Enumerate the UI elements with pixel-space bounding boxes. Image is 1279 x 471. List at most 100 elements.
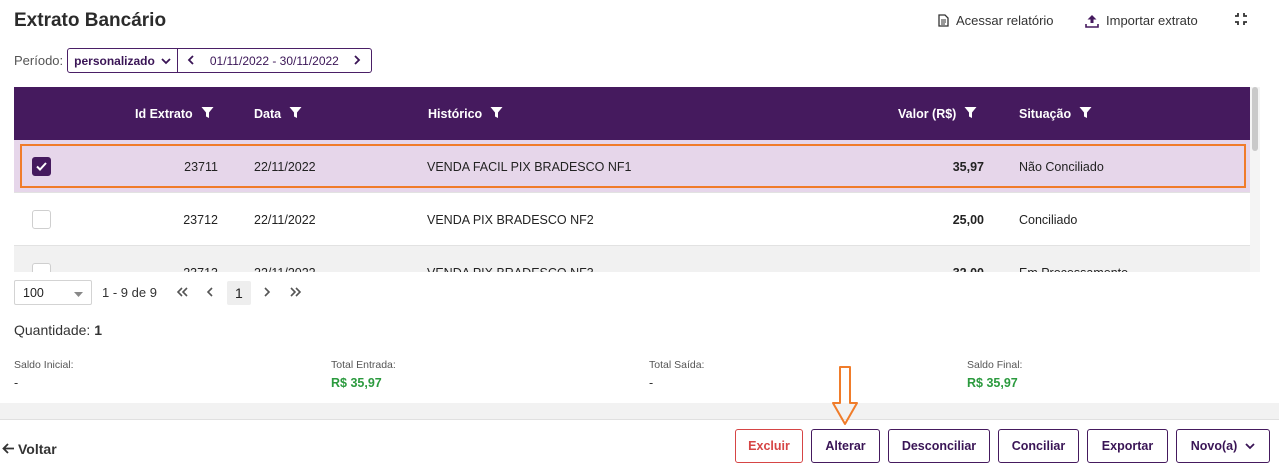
period-type-select[interactable]: personalizado [67,48,178,73]
reconcile-button[interactable]: Conciliar [998,429,1079,463]
collapse-icon [1234,12,1248,26]
cell-status: Não Conciliado [1019,159,1104,174]
back-link[interactable]: Voltar [2,441,57,457]
totals-summary: Saldo Inicial: - Total Entrada: R$ 35,97… [0,359,1260,393]
column-header-label: Data [254,106,282,121]
pagination: 100 1 - 9 de 9 1 [14,280,313,305]
total-value: - [649,376,654,390]
access-report-label: Acessar relatório [956,13,1054,28]
table-row[interactable]: 23713 22/11/2022 VENDA PIX BRADESCO NF3 … [14,246,1250,272]
chevron-down-icon [161,54,171,68]
filter-icon[interactable] [490,106,503,122]
down-arrow-annotation [831,366,859,431]
arrow-left-icon [2,441,15,457]
column-header-date[interactable]: Data [254,87,302,140]
period-type-value: personalizado [74,53,155,68]
column-header-history[interactable]: Histórico [428,87,503,140]
page-size-value: 100 [23,285,44,300]
cell-history: VENDA PIX BRADESCO NF3 [427,246,594,273]
cell-date: 22/11/2022 [254,246,316,273]
check-icon [36,160,47,174]
page-header: Extrato Bancário Acessar relatório Impor… [0,0,1260,44]
current-page[interactable]: 1 [226,280,251,305]
chevron-left-icon [206,284,214,302]
quantity-label: Quantidade: [14,322,91,338]
import-statement-label: Importar extrato [1106,13,1198,28]
next-page-button[interactable] [257,282,279,304]
table-row[interactable]: 23711 22/11/2022 VENDA FACIL PIX BRADESC… [14,140,1250,193]
filter-icon[interactable] [201,106,214,122]
cell-history: VENDA FACIL PIX BRADESCO NF1 [427,159,632,174]
pager-count: 1 - 9 de 9 [102,285,157,300]
cell-id: 23711 [184,159,218,174]
cell-date: 22/11/2022 [254,212,316,227]
column-header-status[interactable]: Situação [1019,87,1092,140]
previous-page-button[interactable] [199,282,221,304]
column-header-value[interactable]: Valor (R$) [898,87,977,140]
page-size-select[interactable]: 100 [14,280,92,305]
first-page-button[interactable] [171,282,193,304]
row-checkbox[interactable] [32,263,51,272]
column-header-label: Histórico [428,106,483,121]
filter-icon[interactable] [289,106,302,122]
delete-button[interactable]: Excluir [735,429,803,463]
table-header: Id Extrato Data Histórico Valor (R$) Sit… [14,87,1250,140]
period-filter: Período: personalizado 01/11/2022 - 30/1… [14,48,372,73]
cell-status: Conciliado [1019,212,1078,227]
filter-icon[interactable] [964,106,977,122]
chevron-right-icon [354,54,361,68]
cell-value: 32,00 [884,246,984,273]
previous-period-button[interactable] [178,49,204,72]
new-button-label: Novo(a) [1190,439,1238,453]
quantity-value: 1 [94,322,102,338]
page-title: Extrato Bancário [14,10,167,31]
cell-id: 23713 [134,246,218,273]
total-saldo-inicial: Saldo Inicial: - [14,359,74,390]
column-header-id[interactable]: Id Extrato [135,87,214,140]
back-label: Voltar [18,441,57,457]
statement-table: Id Extrato Data Histórico Valor (R$) Sit… [14,87,1250,272]
period-range: 01/11/2022 - 30/11/2022 [177,48,372,73]
total-entrada: Total Entrada: R$ 35,97 [331,359,396,390]
row-checkbox[interactable] [32,157,51,176]
new-button[interactable]: Novo(a) [1176,429,1270,463]
cell-date: 22/11/2022 [254,159,316,174]
selected-quantity: Quantidade: 1 [14,322,102,338]
total-value: R$ 35,97 [331,376,382,390]
filter-icon[interactable] [1079,106,1092,122]
total-label: Saldo Final: [967,359,1023,371]
total-saldo-final: Saldo Final: R$ 35,97 [967,359,1022,390]
next-period-button[interactable] [345,49,371,72]
total-value: R$ 35,97 [967,376,1018,390]
chevron-right-icon [264,284,271,302]
double-chevron-right-icon [290,284,302,302]
column-header-label: Id Extrato [135,106,193,121]
collapse-button[interactable] [1234,12,1248,26]
cell-status: Em Processamento [1019,246,1128,273]
last-page-button[interactable] [285,282,307,304]
chevron-left-icon [187,54,194,68]
total-label: Total Saída: [649,359,705,371]
column-header-label: Valor (R$) [898,106,957,121]
cell-value: 25,00 [952,212,984,227]
edit-button[interactable]: Alterar [811,429,880,463]
scrollbar-thumb[interactable] [1252,87,1258,151]
chevron-down-icon [1245,439,1255,453]
period-label: Período: [14,53,64,68]
table-scrollbar[interactable] [1250,87,1260,272]
access-report-link[interactable]: Acessar relatório [938,13,1054,28]
document-icon [938,14,949,27]
column-header-label: Situação [1019,106,1072,121]
import-statement-link[interactable]: Importar extrato [1085,13,1198,28]
total-label: Total Entrada: [331,359,396,371]
cell-history: VENDA PIX BRADESCO NF2 [427,212,594,227]
period-range-text[interactable]: 01/11/2022 - 30/11/2022 [204,54,345,68]
cell-id: 23712 [183,212,218,227]
upload-icon [1085,14,1099,28]
table-row[interactable]: 23712 22/11/2022 VENDA PIX BRADESCO NF2 … [14,193,1250,246]
row-checkbox[interactable] [32,210,51,229]
double-chevron-left-icon [176,284,188,302]
export-button[interactable]: Exportar [1087,429,1168,463]
unreconcile-button[interactable]: Desconciliar [888,429,990,463]
section-divider [0,403,1279,420]
